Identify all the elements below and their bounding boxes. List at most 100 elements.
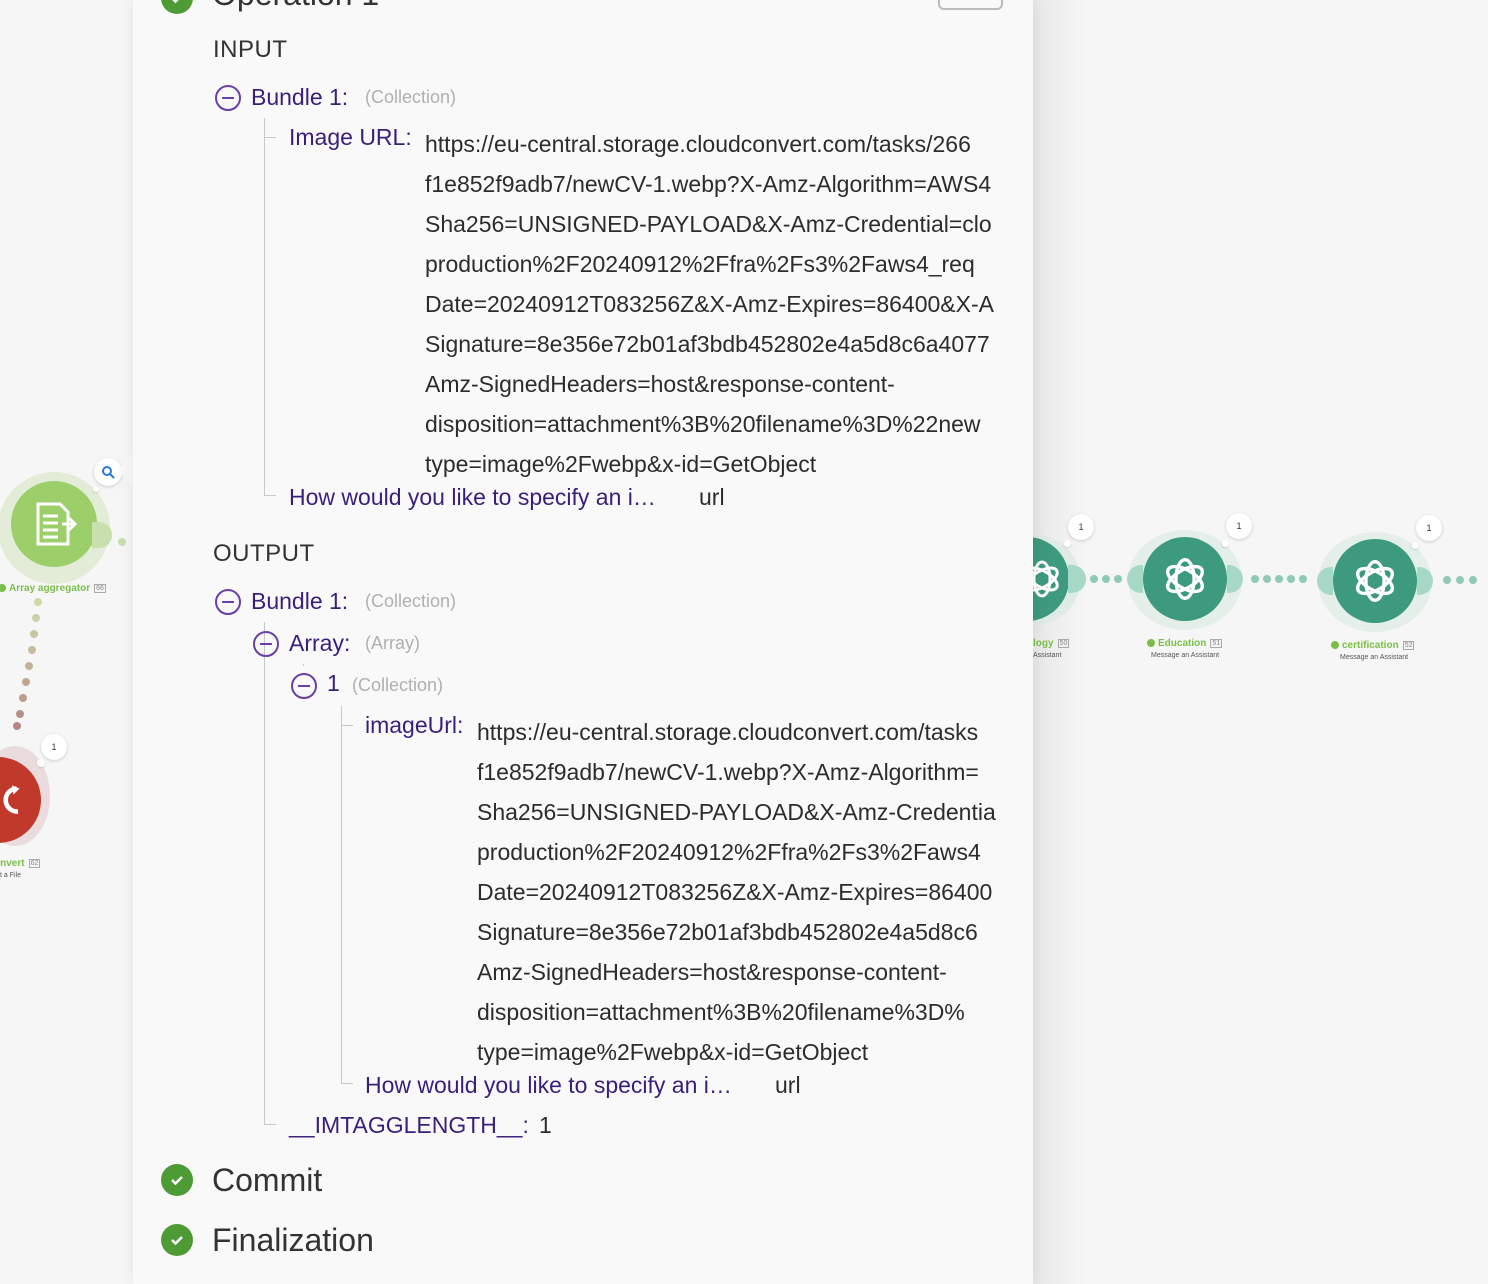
bubble-tail [1222,540,1229,547]
openai-node-education[interactable] [1143,537,1227,621]
url-line: Date=20240912T083256Z&X-Amz-Expires=8640… [477,879,993,905]
finalization-phase[interactable]: Finalization [212,1222,374,1259]
array-aggregator-node[interactable] [11,481,97,567]
input-image-url-key: Image URL: [289,124,412,150]
openai-icon [1355,559,1395,603]
commit-phase[interactable]: Commit [212,1162,322,1199]
panel-pointer [118,452,134,488]
output-image-url-key: imageUrl: [365,712,464,738]
input-bundle-key: Bundle 1: [251,84,349,110]
node-sub-technology: Assistant [1033,652,1062,659]
connector-dot [22,678,30,686]
input-specify-value: url [699,484,725,510]
operation-detail-panel[interactable]: Operation 1 INPUT Bundle 1: (Collection)… [133,0,1033,1284]
collapse-icon[interactable] [291,673,317,699]
input-image-url-value[interactable]: https://eu-central.storage.cloudconvert.… [425,124,1003,484]
openai-icon [1165,557,1205,601]
output-specify-key: How would you like to specify an i… [365,1072,732,1098]
url-line: Amz-SignedHeaders=host&response-content- [425,371,895,397]
collapse-icon[interactable] [253,631,279,657]
node-label-certification: certification 52 [1331,640,1415,651]
node-id-badge: 66 [94,583,106,593]
connector-dot [1299,575,1307,583]
node-label-education: Education 51 [1147,638,1223,649]
url-line: Date=20240912T083256Z&X-Amz-Expires=8640… [425,291,994,317]
url-line: f1e852f9adb7/newCV-1.webp?X-Amz-Algorith… [477,759,979,785]
node-sub-education: Message an Assistant [1151,652,1220,659]
bubble-tail [93,486,99,492]
success-dot-icon [1147,639,1155,648]
input-specify-key: How would you like to specify an i… [289,484,656,510]
output-bundle-key: Bundle 1: [251,588,349,614]
operation-title[interactable]: Operation 1 [212,0,379,13]
node-connector-stub [92,522,112,548]
url-line: type=image%2Fwebp&x-id=GetObject [477,1039,869,1065]
success-dot-icon [1331,641,1339,650]
node-id-badge: 62 [28,858,41,868]
tree-guide-line [264,118,265,495]
connector-dot [1287,575,1295,583]
bubble-tail [1064,540,1071,547]
url-line: Sha256=UNSIGNED-PAYLOAD&X-Amz-Credential… [425,211,992,237]
output-item-key: 1 [327,670,340,696]
url-line: f1e852f9adb7/newCV-1.webp?X-Amz-Algorith… [425,171,992,197]
connector-dot [1275,575,1283,583]
url-line: Amz-SignedHeaders=host&response-content- [477,959,947,985]
openai-node-certification[interactable] [1333,539,1417,623]
finalization-status-check-icon [161,1224,193,1256]
collapse-icon[interactable] [215,589,241,615]
connector-dot [1102,575,1110,583]
node-label-technology: logy 50 [1033,638,1070,649]
commit-status-check-icon [161,1164,193,1196]
output-agg-length-value: 1 [539,1112,552,1138]
operations-bubble[interactable]: 1 [41,734,67,760]
operation-action-button[interactable] [938,0,1003,10]
url-line: production%2F20240912%2Ffra%2Fs3%2Faws4 [477,839,981,865]
node-label-array-aggregator: Array aggregator 66 [0,583,106,594]
output-agg-length-key: __IMTAGGLENGTH__: [289,1112,529,1138]
node-sub-cloudconvert: t a File [0,872,22,879]
operation-status-check-icon [161,0,193,14]
connector-dot [34,598,42,606]
connector-dot [25,662,33,670]
output-bundle-type: (Collection) [365,591,457,611]
operations-bubble[interactable]: 1 [1226,513,1252,539]
url-line: Sha256=UNSIGNED-PAYLOAD&X-Amz-Credentia [477,799,996,825]
bubble-tail [37,759,45,767]
output-image-url-value[interactable]: https://eu-central.storage.cloudconvert.… [477,712,1003,1072]
url-line: Signature=8e356e72b01af3bdb452802e4a5d8c… [425,331,990,357]
tree-branch-line [264,1124,276,1125]
connector-dot [1443,576,1451,584]
input-heading: INPUT [213,36,288,63]
bubble-tail [1412,542,1419,549]
node-sub-certification: Message an Assistant [1340,654,1409,661]
node-id-badge: 51 [1210,638,1223,648]
tree-branch-line [264,137,276,138]
operations-bubble[interactable]: 1 [1068,514,1094,540]
collapse-icon[interactable] [215,85,241,111]
operations-bubble[interactable]: 1 [1416,515,1442,541]
output-heading: OUTPUT [213,540,315,567]
node-label-cloudconvert: onvert62 [0,858,41,869]
connector-dot [1263,575,1271,583]
connector-dot [1469,576,1477,584]
url-line: Signature=8e356e72b01af3bdb452802e4a5d8c… [477,919,978,945]
success-dot-icon [0,584,6,593]
connector-dot [118,538,126,546]
output-array-key: Array: [289,630,351,656]
url-line: https://eu-central.storage.cloudconvert.… [425,131,971,157]
url-line: disposition=attachment%3B%20filename%3D% [477,999,965,1025]
connector-dot [19,694,27,702]
cloudconvert-icon [3,785,20,814]
tree-guide-line [303,664,304,666]
output-item-type: (Collection) [352,675,444,695]
array-aggregator-icon [36,502,78,546]
tree-guide-line [341,706,342,1083]
output-specify-value: url [775,1072,801,1098]
tree-guide-line [264,622,265,1124]
tree-branch-line [341,725,353,726]
connector-dot [28,646,36,654]
input-bundle-type: (Collection) [365,87,457,107]
connector-dot [32,614,40,622]
connector-dot [30,630,38,638]
